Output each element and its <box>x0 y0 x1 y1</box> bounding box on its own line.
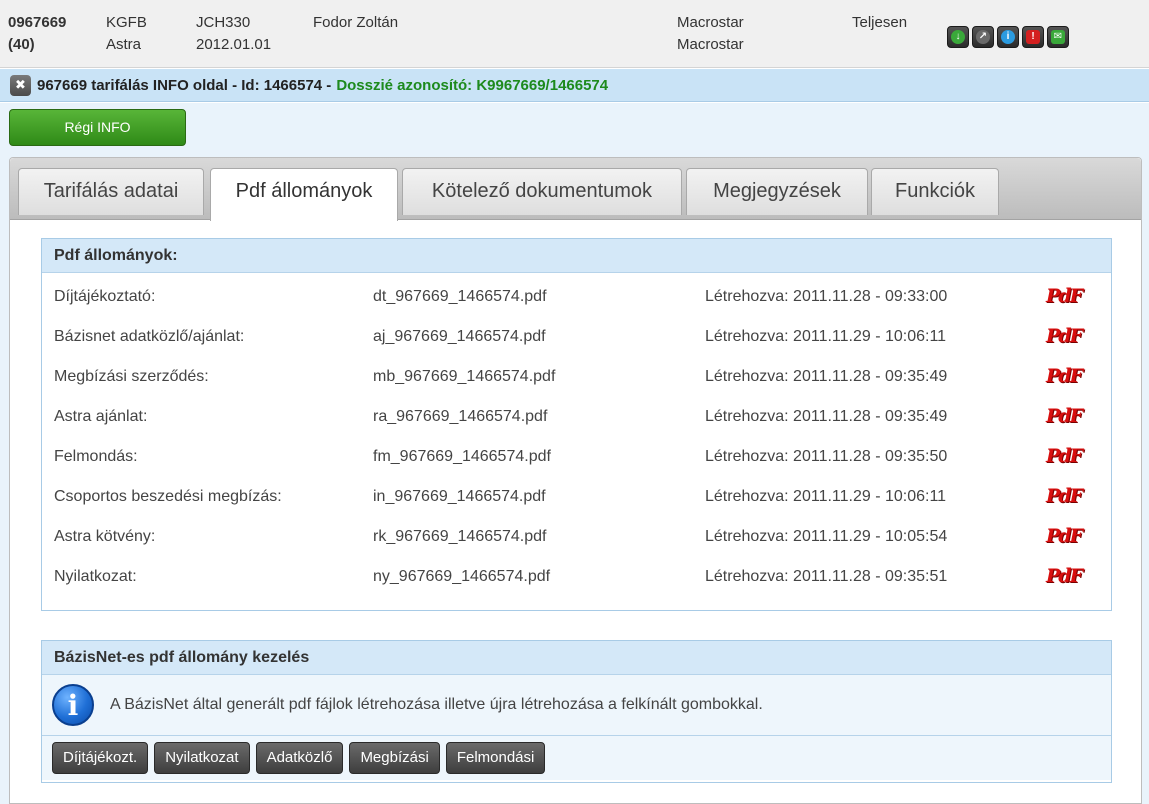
mail-icon[interactable]: ✉ <box>1047 26 1069 48</box>
pdf-row: Astra kötvény: rk_967669_1466574.pdf Lét… <box>42 517 1111 557</box>
bazisnet-section: BázisNet-es pdf állomány kezelés i A Báz… <box>41 640 1112 783</box>
tab-pdf-allomanyok[interactable]: Pdf állományok <box>210 168 398 221</box>
pdf-row-file[interactable]: dt_967669_1466574.pdf <box>373 277 547 317</box>
plate-number: JCH330 <box>196 14 251 31</box>
pdf-icon[interactable]: PdF <box>1046 525 1083 549</box>
pdf-row: Bázisnet adatközlő/ajánlat: aj_967669_14… <box>42 317 1111 357</box>
pdf-icon[interactable]: PdF <box>1046 565 1083 589</box>
pdf-row-created: Létrehozva: 2011.11.28 - 09:35:51 <box>705 568 948 585</box>
tab-funkciok[interactable]: Funkciók <box>871 168 999 215</box>
pdf-icon[interactable]: PdF <box>1046 445 1083 469</box>
pdf-row-label: Astra ajánlat: <box>54 408 148 425</box>
insurer: Astra <box>106 36 142 53</box>
alert-icon[interactable]: ! <box>1022 26 1044 48</box>
megbizasi-button[interactable]: Megbízási <box>349 742 440 774</box>
pdf-row-file[interactable]: ra_967669_1466574.pdf <box>373 397 547 437</box>
pdf-row: Nyilatkozat: ny_967669_1466574.pdf Létre… <box>42 557 1111 597</box>
pdf-icon[interactable]: PdF <box>1046 325 1083 349</box>
status-text: Teljesen <box>852 14 908 31</box>
pdf-row: Astra ajánlat: ra_967669_1466574.pdf Lét… <box>42 397 1111 437</box>
close-icon[interactable]: ✖ <box>10 74 31 96</box>
pdf-files-section: Pdf állományok: Díjtájékoztató: dt_96766… <box>41 238 1112 611</box>
contract-count: (40) <box>8 36 35 53</box>
pdf-row-label: Bázisnet adatközlő/ajánlat: <box>54 328 245 345</box>
pdf-row-file[interactable]: rk_967669_1466574.pdf <box>373 517 547 557</box>
tab-megjegyzesek[interactable]: Megjegyzések <box>686 168 868 215</box>
start-date: 2012.01.01 <box>196 36 272 53</box>
pdf-row-created: Létrehozva: 2011.11.29 - 10:05:54 <box>705 528 948 545</box>
pdf-row-file[interactable]: mb_967669_1466574.pdf <box>373 357 555 397</box>
pdf-row-file[interactable]: ny_967669_1466574.pdf <box>373 557 550 597</box>
felmondasi-button[interactable]: Felmondási <box>445 742 546 774</box>
pdf-row-created: Létrehozva: 2011.11.29 - 10:06:11 <box>705 328 947 345</box>
pdf-icon[interactable]: PdF <box>1046 405 1083 429</box>
pdf-section-title: Pdf állományok: <box>42 239 1111 273</box>
pdf-icon[interactable]: PdF <box>1046 485 1083 509</box>
content-area: Régi INFO Tarifálás adatai Pdf állományo… <box>0 103 1149 804</box>
pdf-row: Megbízási szerződés: mb_967669_1466574.p… <box>42 357 1111 397</box>
tab-tarifalas-adatai[interactable]: Tarifálás adatai <box>18 168 204 215</box>
pdf-icon[interactable]: PdF <box>1046 285 1083 309</box>
bazisnet-section-title: BázisNet-es pdf állomány kezelés <box>42 641 1111 675</box>
tab-strip: Tarifálás adatai Pdf állományok Kötelező… <box>10 158 1141 221</box>
arrow-icon[interactable]: ↗ <box>972 26 994 48</box>
pdf-row: Csoportos beszedési megbízás: in_967669_… <box>42 477 1111 517</box>
pdf-row-created: Létrehozva: 2011.11.28 - 09:35:49 <box>705 408 948 425</box>
client-name: Fodor Zoltán <box>313 14 399 31</box>
pdf-row-label: Astra kötvény: <box>54 528 156 545</box>
regi-info-button[interactable]: Régi INFO <box>9 109 186 146</box>
pdf-row-label: Felmondás: <box>54 448 138 465</box>
pdf-row-file[interactable]: aj_967669_1466574.pdf <box>373 317 546 357</box>
dossier-id: Dosszié azonosító: K9967669/1466574 <box>336 76 609 94</box>
app-window: 0967669 (40) KGFB Astra JCH330 2012.01.0… <box>0 0 1149 804</box>
pdf-row-created: Létrehozva: 2011.11.28 - 09:35:50 <box>705 448 948 465</box>
header-action-icons: ↓ ↗ i ! ✉ <box>947 26 1069 48</box>
pdf-row-created: Létrehozva: 2011.11.28 - 09:35:49 <box>705 368 948 385</box>
partner-secondary: Macrostar <box>677 36 744 53</box>
download-icon[interactable]: ↓ <box>947 26 969 48</box>
pdf-row-label: Megbízási szerződés: <box>54 368 209 385</box>
pdf-row-file[interactable]: in_967669_1466574.pdf <box>373 477 546 517</box>
tab-panel: Tarifálás adatai Pdf állományok Kötelező… <box>9 157 1142 804</box>
info-icon[interactable]: i <box>997 26 1019 48</box>
bazisnet-button-row: Díjtájékozt. Nyilatkozat Adatközlő Megbí… <box>42 736 1111 780</box>
pdf-icon[interactable]: PdF <box>1046 365 1083 389</box>
page-titlebar: ✖ 967669 tarifálás INFO oldal - Id: 1466… <box>0 69 1149 102</box>
pdf-row-file[interactable]: fm_967669_1466574.pdf <box>373 437 551 477</box>
contract-header: 0967669 (40) KGFB Astra JCH330 2012.01.0… <box>0 0 1149 68</box>
pdf-row-label: Díjtájékoztató: <box>54 288 156 305</box>
pdf-row: Díjtájékoztató: dt_967669_1466574.pdf Lé… <box>42 277 1111 317</box>
bazisnet-info: i A BázisNet által generált pdf fájlok l… <box>42 675 1111 736</box>
pdf-row-label: Nyilatkozat: <box>54 568 137 585</box>
nyilatkozat-button[interactable]: Nyilatkozat <box>154 742 250 774</box>
partner-primary: Macrostar <box>677 14 744 31</box>
page-title: 967669 tarifálás INFO oldal - Id: 146657… <box>37 76 332 94</box>
dijtajekozt-button[interactable]: Díjtájékozt. <box>52 742 149 774</box>
adatkozlo-button[interactable]: Adatközlő <box>255 742 344 774</box>
product-type: KGFB <box>106 14 147 31</box>
pdf-row-label: Csoportos beszedési megbízás: <box>54 488 282 505</box>
pdf-row-created: Létrehozva: 2011.11.29 - 10:06:11 <box>705 488 947 505</box>
pdf-row-created: Létrehozva: 2011.11.28 - 09:33:00 <box>705 288 948 305</box>
contract-id: 0967669 <box>8 14 67 31</box>
pdf-row: Felmondás: fm_967669_1466574.pdf Létreho… <box>42 437 1111 477</box>
tab-kotelezo-dokumentumok[interactable]: Kötelező dokumentumok <box>402 168 682 215</box>
info-icon: i <box>52 684 94 726</box>
bazisnet-info-text: A BázisNet által generált pdf fájlok lét… <box>110 696 763 713</box>
